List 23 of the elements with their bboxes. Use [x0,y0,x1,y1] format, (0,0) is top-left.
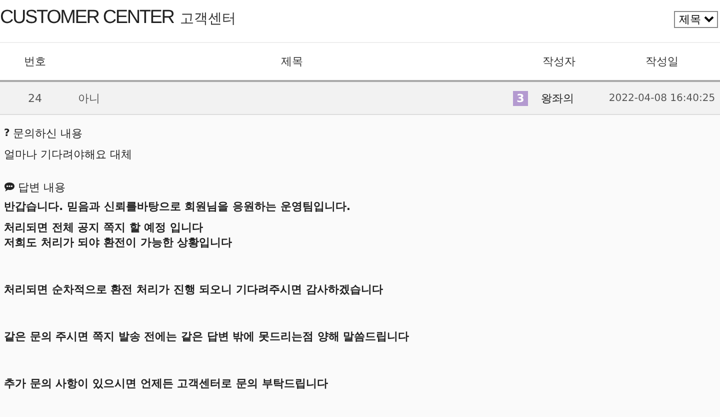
answer-text: 처리되면 순차적으로 환전 처리가 진행 되오니 기다려주시면 감사하겠습니다 [4,282,384,297]
answer-text: 같은 문의 주시면 쪽지 발송 전에는 같은 답변 밖에 못드리는점 양해 말씀드립니다 [4,329,410,344]
post-title[interactable]: 아니 [70,90,514,106]
search-type-select[interactable]: 제목 [674,11,718,28]
answer-text: 추가 문의 사항이 있으시면 언제든 고객센터로 문의 부탁드립니다 [4,376,329,391]
post-number: 24 [27,92,43,104]
section-heading: 답변 내용 [18,180,66,194]
question-text: 얼마나 기다려야해요 대체 [4,147,133,163]
question-icon: ? [4,128,10,138]
page-title: CUSTOMER CENTER [0,7,174,29]
speech-bubble-icon [4,182,15,192]
section-heading: 문의하신 내용 [12,126,82,140]
answer-text: 처리되면 전체 공지 쪽지 할 예정 입니다 [4,220,204,235]
column-header: 작성자 [542,54,576,69]
page-subtitle: 고객센터 [180,10,236,28]
level-badge: 3 [513,90,528,106]
answer-text: 반갑습니다. 믿음과 신뢰를바탕으로 회원님을 응원하는 운영팀입니다. [4,199,352,214]
column-header: 제목 [280,54,304,69]
column-header: 번호 [23,54,47,69]
column-header: 작성일 [644,54,680,69]
author-name: 왕좌의 [541,90,574,106]
post-date: 2022-04-08 16:40:25 [608,92,716,104]
answer-text: 저희도 처리가 되야 환전이 가능한 상황입니다 [4,235,234,250]
